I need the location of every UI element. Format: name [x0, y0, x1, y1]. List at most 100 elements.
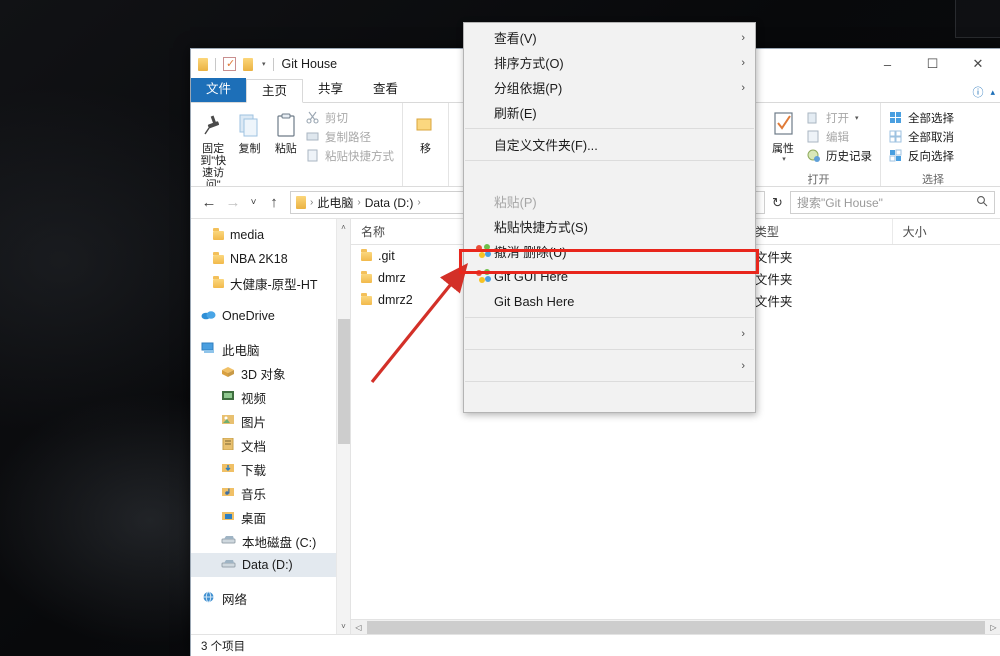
column-header-size[interactable]: 大小: [893, 219, 1000, 244]
search-icon[interactable]: [976, 195, 988, 210]
3d-objects-icon: [221, 366, 235, 381]
chevron-down-icon[interactable]: ▾: [262, 60, 266, 68]
invert-selection-button[interactable]: 反向选择: [887, 147, 958, 165]
context-menu: 查看(V) › 排序方式(O) › 分组依据(P) › 刷新(E) 自定义文件夹…: [463, 22, 756, 413]
select-none-button[interactable]: 全部取消: [887, 128, 958, 146]
sidebar-item-3d-objects[interactable]: 3D 对象: [191, 361, 350, 385]
scroll-left-icon[interactable]: ◁: [351, 623, 366, 632]
scrollbar-thumb[interactable]: [367, 620, 985, 634]
open-group-label: 打开: [807, 174, 830, 186]
minimize-button[interactable]: –: [865, 49, 910, 79]
sidebar-item-media[interactable]: media: [191, 223, 350, 247]
ribbon-group-select: 全部选择 全部取消 反向选择 选择: [881, 103, 985, 186]
breadcrumb-this-pc[interactable]: 此电脑: [317, 194, 353, 211]
horizontal-scrollbar[interactable]: ◁ ▷: [351, 619, 1000, 634]
sidebar-item-this-pc[interactable]: 此电脑: [191, 337, 350, 361]
copy-path-icon: [306, 130, 321, 144]
close-button[interactable]: ✕: [955, 49, 1000, 79]
sidebar-item-network[interactable]: 网络: [191, 586, 350, 610]
paste-button[interactable]: 粘贴: [268, 106, 304, 155]
sidebar-item-dajiankang[interactable]: 大健康-原型-HT: [191, 271, 350, 295]
scroll-down-icon[interactable]: ˅: [337, 618, 350, 634]
sidebar-item-onedrive[interactable]: OneDrive: [191, 304, 350, 328]
up-button[interactable]: ↑: [262, 191, 286, 215]
menu-item-sort-by[interactable]: 排序方式(O) ›: [464, 50, 755, 75]
column-header-type[interactable]: 类型: [745, 219, 893, 244]
open-label: 打开: [826, 113, 849, 125]
scroll-right-icon[interactable]: ▷: [986, 623, 1000, 632]
breadcrumb-data-drive[interactable]: Data (D:): [365, 196, 414, 210]
invert-selection-icon: [889, 149, 904, 163]
chevron-down-icon[interactable]: ▾: [855, 114, 859, 122]
select-all-button[interactable]: 全部选择: [887, 109, 958, 127]
edit-button[interactable]: 编辑: [805, 128, 876, 146]
navigation-scrollbar[interactable]: ˄ ˅: [336, 219, 350, 634]
sidebar-item-videos[interactable]: 视频: [191, 385, 350, 409]
paste-shortcut-button[interactable]: 粘贴快捷方式: [304, 147, 398, 165]
chevron-down-icon[interactable]: ▾: [782, 155, 786, 163]
copy-path-button[interactable]: 复制路径: [304, 128, 398, 146]
new-folder-icon[interactable]: [243, 57, 253, 71]
menu-item-new[interactable]: ›: [464, 353, 755, 378]
help-icon[interactable]: ⓘ: [972, 84, 983, 100]
select-group-label: 选择: [922, 174, 944, 186]
sidebar-item-documents[interactable]: 文档: [191, 433, 350, 457]
network-icon: [201, 591, 216, 606]
sidebar-item-pictures[interactable]: 图片: [191, 409, 350, 433]
sidebar-item-label: NBA 2K18: [230, 252, 288, 266]
sidebar-item-desktop[interactable]: 桌面: [191, 505, 350, 529]
chevron-right-icon: ›: [741, 81, 745, 94]
scrollbar-thumb[interactable]: [338, 319, 350, 444]
menu-item-git-gui-here[interactable]: 撤消 删除(U): [464, 239, 755, 264]
folder-icon[interactable]: [198, 57, 208, 71]
scroll-up-icon[interactable]: ˄: [337, 219, 350, 235]
move-to-button[interactable]: 移: [407, 106, 444, 155]
sidebar-item-nba2k18[interactable]: NBA 2K18: [191, 247, 350, 271]
menu-item-customize-folder[interactable]: 自定义文件夹(F)...: [464, 132, 755, 157]
sidebar-item-downloads[interactable]: 下载: [191, 457, 350, 481]
divider: [272, 57, 274, 71]
sidebar-item-label: Data (D:): [242, 558, 293, 572]
git-icon: [472, 269, 494, 284]
menu-item-properties[interactable]: [464, 385, 755, 410]
menu-item-git-bash-here[interactable]: Git GUI Here: [464, 264, 755, 289]
tab-share[interactable]: 共享: [303, 78, 358, 102]
search-box[interactable]: 搜索"Git House": [790, 191, 995, 214]
open-button[interactable]: 打开 ▾: [805, 109, 876, 127]
menu-item-undo-delete[interactable]: 粘贴快捷方式(S): [464, 214, 755, 239]
sidebar-item-label: 音乐: [241, 487, 267, 502]
menu-item-refresh[interactable]: 刷新(E): [464, 100, 755, 125]
pin-to-quick-access-button[interactable]: 固定到"快速访问": [195, 106, 231, 186]
recent-locations-button[interactable]: ˅: [245, 191, 262, 215]
sidebar-item-data-drive[interactable]: Data (D:): [191, 553, 350, 577]
back-button[interactable]: ←: [197, 191, 221, 215]
menu-item-label: 撤消 删除(U): [494, 245, 567, 260]
properties-icon[interactable]: ✓: [223, 57, 236, 71]
history-button[interactable]: 历史记录: [805, 147, 876, 165]
copy-button[interactable]: 复制: [231, 106, 267, 155]
sidebar-item-local-disk-c[interactable]: 本地磁盘 (C:): [191, 529, 350, 553]
refresh-button[interactable]: ↻: [765, 195, 790, 211]
select-none-icon: [889, 130, 904, 144]
collapse-ribbon-icon[interactable]: ▴: [990, 87, 995, 98]
drive-icon: [221, 558, 236, 572]
menu-item-open-powershell-here[interactable]: Git Bash Here: [464, 289, 755, 314]
sidebar-item-music[interactable]: 音乐: [191, 481, 350, 505]
forward-button[interactable]: →: [221, 191, 245, 215]
properties-button[interactable]: 属性 ▾: [761, 106, 805, 163]
tab-home[interactable]: 主页: [246, 79, 304, 103]
cut-button[interactable]: 剪切: [304, 109, 398, 127]
menu-item-view[interactable]: 查看(V) ›: [464, 25, 755, 50]
tab-file[interactable]: 文件: [191, 78, 247, 102]
file-name-label: dmrz: [378, 271, 406, 285]
open-icon: [807, 111, 822, 125]
menu-item-group-by[interactable]: 分组依据(P) ›: [464, 75, 755, 100]
file-type-cell: 文件夹: [754, 250, 793, 265]
maximize-button[interactable]: ☐: [910, 49, 955, 79]
menu-separator: [465, 317, 754, 318]
file-type-cell: 文件夹: [754, 272, 793, 287]
menu-item-grant-access[interactable]: ›: [464, 321, 755, 346]
file-size-cell: [893, 245, 1000, 267]
tab-view[interactable]: 查看: [358, 78, 413, 102]
